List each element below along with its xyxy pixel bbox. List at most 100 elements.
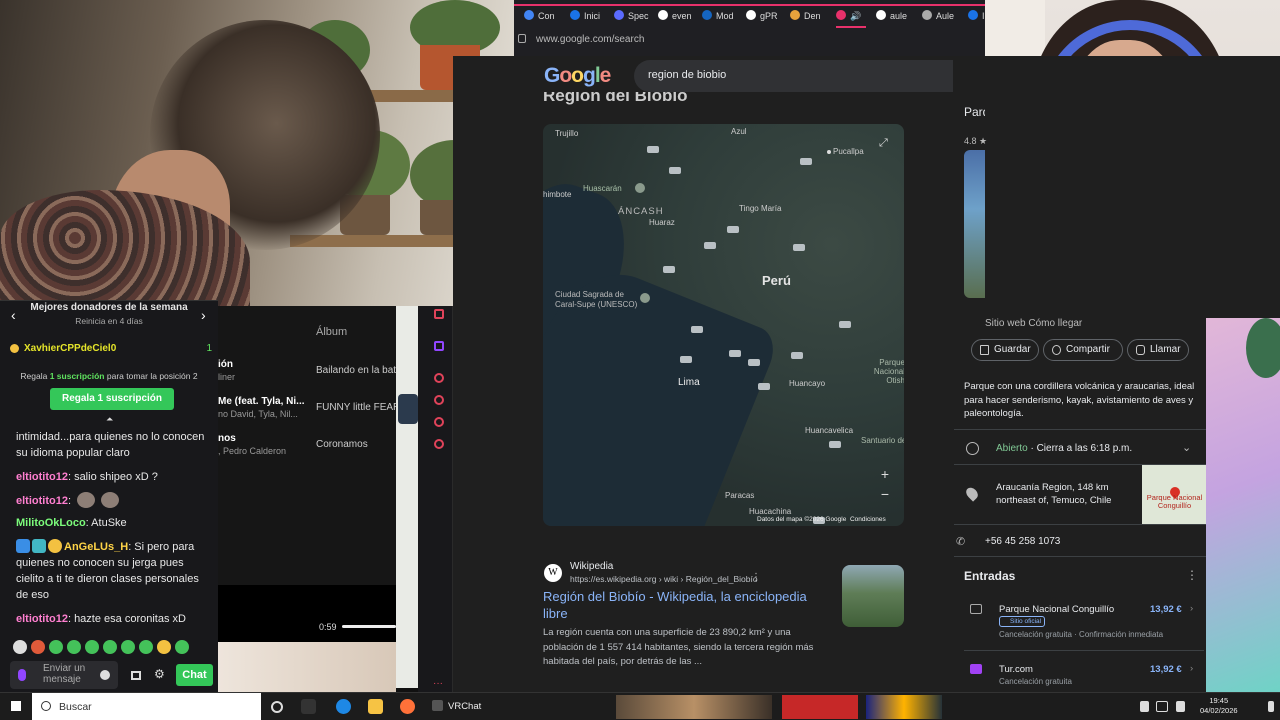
collapse-icon[interactable]: ⏶	[106, 414, 113, 425]
app-icon[interactable]	[434, 309, 444, 319]
emote-icon[interactable]	[31, 640, 45, 654]
terms-link[interactable]: Condiciones	[850, 516, 886, 523]
ticket-option[interactable]: Tur.com 13,92 € › Cancelación gratuita	[964, 663, 1204, 690]
windows-start-icon[interactable]	[10, 700, 22, 712]
tab-favicon-icon	[922, 10, 932, 20]
chat-username[interactable]: eltiotito12	[16, 471, 68, 483]
search-input[interactable]: region de biobio	[634, 60, 985, 92]
twitch-chat: ‹ Mejores donadores de la semana Reinici…	[0, 300, 218, 692]
emote-icon[interactable]	[85, 640, 99, 654]
gift-icon[interactable]	[131, 671, 141, 680]
clock[interactable]: 19:45 04/02/2026	[1200, 696, 1238, 716]
browser-tab[interactable]: Den	[790, 10, 830, 28]
emote-icon[interactable]	[139, 640, 153, 654]
emote-icon[interactable]	[157, 640, 171, 654]
emoji-icon[interactable]	[100, 670, 110, 680]
browser-tab[interactable]: aule	[876, 10, 914, 28]
result-thumbnail[interactable]	[842, 565, 904, 627]
emote-icon[interactable]	[103, 640, 117, 654]
tab-favicon-icon	[570, 10, 580, 20]
browser-tab[interactable]: Mod	[702, 10, 738, 28]
ticket-icon	[970, 604, 982, 614]
settings-icon[interactable]	[434, 439, 444, 449]
emote-icon[interactable]	[67, 640, 81, 654]
network-icon[interactable]	[1176, 701, 1185, 712]
chat-message: AnGeLUs_H: Si pero para quienes no conoc…	[16, 539, 199, 601]
browser-tab[interactable]: gPR	[746, 10, 786, 28]
more-options-icon[interactable]: ⋮	[751, 572, 761, 583]
taskbar-thumbnail[interactable]	[616, 695, 772, 719]
kp-minimap[interactable]: Parque Nacional Conguillío	[1142, 465, 1207, 524]
map[interactable]: Trujillo Azul Pucallpa Huascarán himbote…	[543, 124, 904, 526]
browser-tab[interactable]: In	[968, 10, 985, 28]
badge-icon	[16, 539, 30, 553]
speaker-icon[interactable]	[1156, 701, 1168, 712]
result-title-link[interactable]: Región del Biobío - Wikipedia, la encicl…	[543, 588, 833, 622]
taskbar-thumbnail[interactable]	[866, 695, 942, 719]
result-url[interactable]: https://es.wikipedia.org › wiki › Región…	[570, 574, 758, 584]
twitch-icon[interactable]	[434, 341, 444, 351]
progress-bar[interactable]	[342, 625, 396, 628]
kp-phone[interactable]: +56 45 258 1073	[985, 536, 1060, 547]
chat-send-button[interactable]: Chat	[176, 664, 213, 686]
ticket-option[interactable]: Parque Nacional Conguillío 13,92 € › Sit…	[964, 603, 1204, 644]
google-icon	[876, 10, 886, 20]
app-icon[interactable]	[434, 373, 444, 383]
edge-icon[interactable]	[336, 699, 351, 714]
top-donor[interactable]: XavhierCPPdeCiel0 1	[10, 343, 212, 354]
gift-note: Regala 1 suscripción para tomar la posic…	[20, 371, 198, 381]
taskbar-thumbnail[interactable]	[782, 695, 858, 719]
task-view-icon[interactable]	[271, 701, 283, 713]
browser-tab[interactable]: Spec	[614, 10, 656, 28]
chat-message: MilitoOkLoco: AtuSke	[16, 517, 127, 529]
browser-tab[interactable]: Inici	[570, 10, 610, 28]
call-button[interactable]: Llamar	[1127, 339, 1189, 361]
chat-username[interactable]: MilitoOkLoco	[16, 517, 86, 529]
folder-icon[interactable]	[368, 699, 383, 714]
route-shield	[800, 158, 812, 165]
chevron-down-icon[interactable]: ⌄	[1182, 441, 1191, 454]
result-snippet: La región cuenta con una superficie de 2…	[543, 627, 814, 667]
kp-hours[interactable]: Abierto · Cierra a las 6:18 p.m.	[996, 443, 1132, 454]
gear-icon[interactable]: ⚙	[154, 667, 165, 681]
vrchat-taskbar-item[interactable]: VRChat	[432, 700, 481, 712]
emote-icon[interactable]	[121, 640, 135, 654]
emote-bar	[13, 640, 213, 656]
more-icon[interactable]: ···	[433, 678, 443, 689]
emote-icon[interactable]	[49, 640, 63, 654]
zoom-in-button[interactable]: +	[875, 464, 895, 484]
history-icon[interactable]	[434, 395, 444, 405]
official-site-badge: Sitio oficial	[999, 616, 1046, 627]
more-options-icon[interactable]: ⋮	[1186, 568, 1198, 582]
taskbar-search[interactable]: Buscar	[32, 693, 261, 720]
app-icon[interactable]	[434, 658, 444, 668]
address-bar[interactable]: www.google.com/search	[514, 30, 985, 50]
kp-image[interactable]	[964, 150, 985, 298]
firefox-icon[interactable]	[400, 699, 415, 714]
browser-tab[interactable]: Con	[524, 10, 560, 28]
mic-icon[interactable]	[1140, 701, 1149, 712]
expand-map-icon[interactable]: ⤢	[879, 137, 888, 150]
notifications-icon[interactable]	[1268, 701, 1274, 712]
emote-icon	[101, 492, 120, 508]
zoom-out-button[interactable]: −	[875, 484, 895, 504]
tur-logo-icon	[970, 664, 982, 674]
chat-username[interactable]: eltiotito12	[16, 495, 68, 507]
google-icon	[658, 10, 668, 20]
chevron-right-icon[interactable]: ›	[201, 307, 206, 323]
app-icon[interactable]	[434, 417, 444, 427]
chat-username[interactable]: AnGeLUs_H	[64, 541, 128, 553]
save-button[interactable]: Guardar	[971, 339, 1039, 361]
emote-icon[interactable]	[13, 640, 27, 654]
browser-tab-active[interactable]: 🔊	[836, 10, 866, 28]
google-logo[interactable]: Google	[544, 64, 611, 88]
gift-subscription-button[interactable]: Regala 1 suscripción	[50, 388, 174, 410]
chat-username[interactable]: eltiotito12	[16, 613, 68, 625]
share-button[interactable]: Compartir	[1043, 339, 1123, 361]
emote-icon[interactable]	[175, 640, 189, 654]
clock-icon	[966, 442, 979, 455]
app-icon[interactable]	[301, 699, 316, 714]
browser-tab[interactable]: Aule	[922, 10, 960, 28]
browser-tab[interactable]: even	[658, 10, 700, 28]
chat-input[interactable]: Enviar un mensaje	[10, 661, 118, 689]
